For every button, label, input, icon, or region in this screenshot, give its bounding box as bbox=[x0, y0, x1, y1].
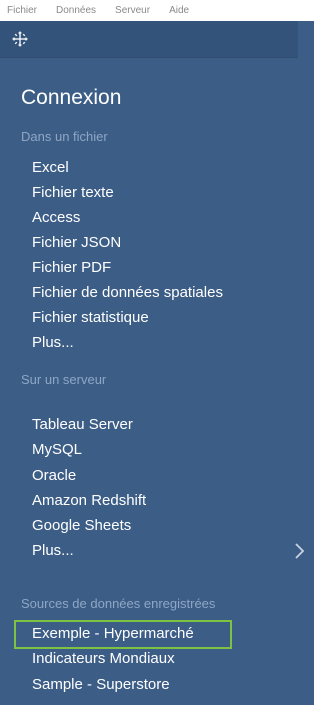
section-label-saved: Sources de données enregistrées bbox=[21, 596, 216, 611]
connect-item-json[interactable]: Fichier JSON bbox=[32, 233, 121, 253]
tableau-logo-icon[interactable] bbox=[10, 29, 30, 49]
connect-item-more-servers[interactable]: Plus... bbox=[32, 541, 74, 561]
menu-serveur[interactable]: Serveur bbox=[115, 5, 150, 16]
connect-item-statistical[interactable]: Fichier statistique bbox=[32, 308, 149, 328]
connect-pane: Connexion Dans un fichier Excel Fichier … bbox=[0, 21, 314, 705]
connect-item-google-sheets[interactable]: Google Sheets bbox=[32, 516, 131, 536]
logo-strip bbox=[0, 21, 298, 58]
connect-item-mysql[interactable]: MySQL bbox=[32, 440, 82, 460]
connect-title: Connexion bbox=[21, 86, 122, 109]
connect-item-spatial[interactable]: Fichier de données spatiales bbox=[32, 283, 223, 303]
connect-item-more-files[interactable]: Plus... bbox=[32, 333, 74, 353]
menu-fichier[interactable]: Fichier bbox=[7, 5, 37, 16]
connect-item-redshift[interactable]: Amazon Redshift bbox=[32, 491, 146, 511]
connect-item-tableau-server[interactable]: Tableau Server bbox=[32, 415, 133, 435]
saved-source-hypermarche[interactable]: Exemple - Hypermarché bbox=[32, 624, 194, 644]
menu-donnees[interactable]: Données bbox=[56, 5, 96, 16]
connect-item-excel[interactable]: Excel bbox=[32, 158, 69, 178]
connect-item-text-file[interactable]: Fichier texte bbox=[32, 183, 114, 203]
saved-source-indicateurs[interactable]: Indicateurs Mondiaux bbox=[32, 649, 175, 669]
chevron-right-icon[interactable] bbox=[292, 542, 306, 560]
connect-item-pdf[interactable]: Fichier PDF bbox=[32, 258, 111, 278]
section-label-file: Dans un fichier bbox=[21, 129, 108, 144]
menu-aide[interactable]: Aide bbox=[169, 5, 189, 16]
connect-item-oracle[interactable]: Oracle bbox=[32, 466, 76, 486]
saved-source-superstore[interactable]: Sample - Superstore bbox=[32, 675, 170, 695]
menu-bar: Fichier Données Serveur Aide bbox=[0, 0, 314, 21]
connect-item-access[interactable]: Access bbox=[32, 208, 80, 228]
section-label-server: Sur un serveur bbox=[21, 372, 107, 387]
